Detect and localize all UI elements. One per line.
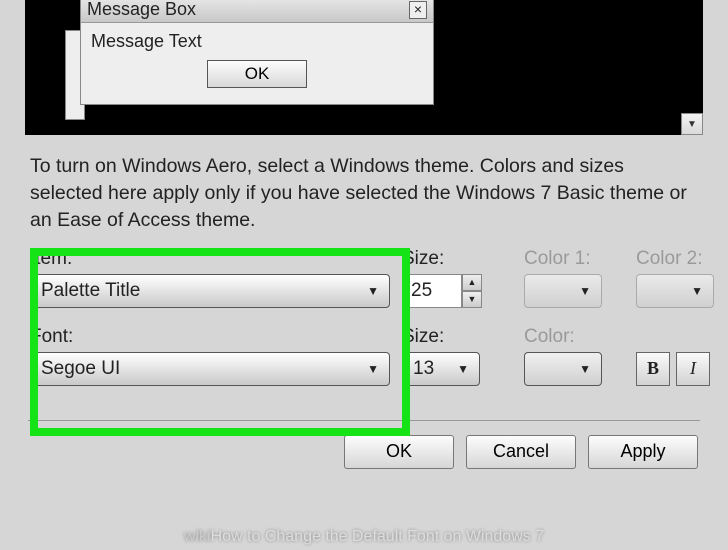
item-value: Palette Title [41,280,140,302]
instructions-text: To turn on Windows Aero, select a Window… [30,153,698,234]
color1-label: Color 1: [524,248,624,270]
chevron-down-icon: ▼ [579,362,591,376]
color2-label: Color 2: [636,248,728,270]
chevron-down-icon: ▼ [579,284,591,298]
message-box-title: Message Box [87,0,196,20]
chevron-down-icon: ▼ [457,362,469,376]
chevron-down-icon: ▼ [367,362,379,376]
apply-button[interactable]: Apply [588,435,698,469]
color2-dropdown[interactable]: ▼ [636,274,714,308]
spacer [636,326,728,348]
font-color-dropdown[interactable]: ▼ [524,352,602,386]
spinner-up-icon[interactable]: ▲ [462,274,482,291]
size2-label: Size: [402,326,512,348]
preview-area: Message Box × Message Text OK ▼ [25,0,703,135]
ok-button[interactable]: OK [344,435,454,469]
message-box-body: Message Text OK [81,23,433,104]
font-value: Segoe UI [41,358,120,380]
font-dropdown[interactable]: Segoe UI ▼ [30,352,390,386]
color1-dropdown[interactable]: ▼ [524,274,602,308]
message-box-ok-button[interactable]: OK [207,60,307,88]
font-size-dropdown[interactable]: 13 ▼ [402,352,480,386]
chevron-down-icon: ▼ [367,284,379,298]
size1-label: Size: [402,248,512,270]
spinner-down-icon[interactable]: ▼ [462,291,482,308]
item-label: Item: [30,248,390,270]
chevron-down-icon: ▼ [691,284,703,298]
message-box-titlebar: Message Box × [81,0,433,23]
font-color-label: Color: [524,326,624,348]
dialog-button-row: OK Cancel Apply [30,435,698,469]
font-size-value: 13 [413,358,434,380]
item-size-spinner[interactable]: 25 ▲ ▼ [402,274,512,308]
separator [28,420,700,421]
italic-button[interactable]: I [676,352,710,386]
bold-button[interactable]: B [636,352,670,386]
message-box-preview: Message Box × Message Text OK [80,0,434,105]
item-dropdown[interactable]: Palette Title ▼ [30,274,390,308]
close-icon[interactable]: × [409,1,427,19]
watermark: wikiHow to Change the Default Font on Wi… [184,528,544,546]
font-label: Font: [30,326,390,348]
scroll-down-icon[interactable]: ▼ [681,113,703,135]
item-size-value[interactable]: 25 [402,274,462,308]
message-text: Message Text [91,31,423,52]
cancel-button[interactable]: Cancel [466,435,576,469]
